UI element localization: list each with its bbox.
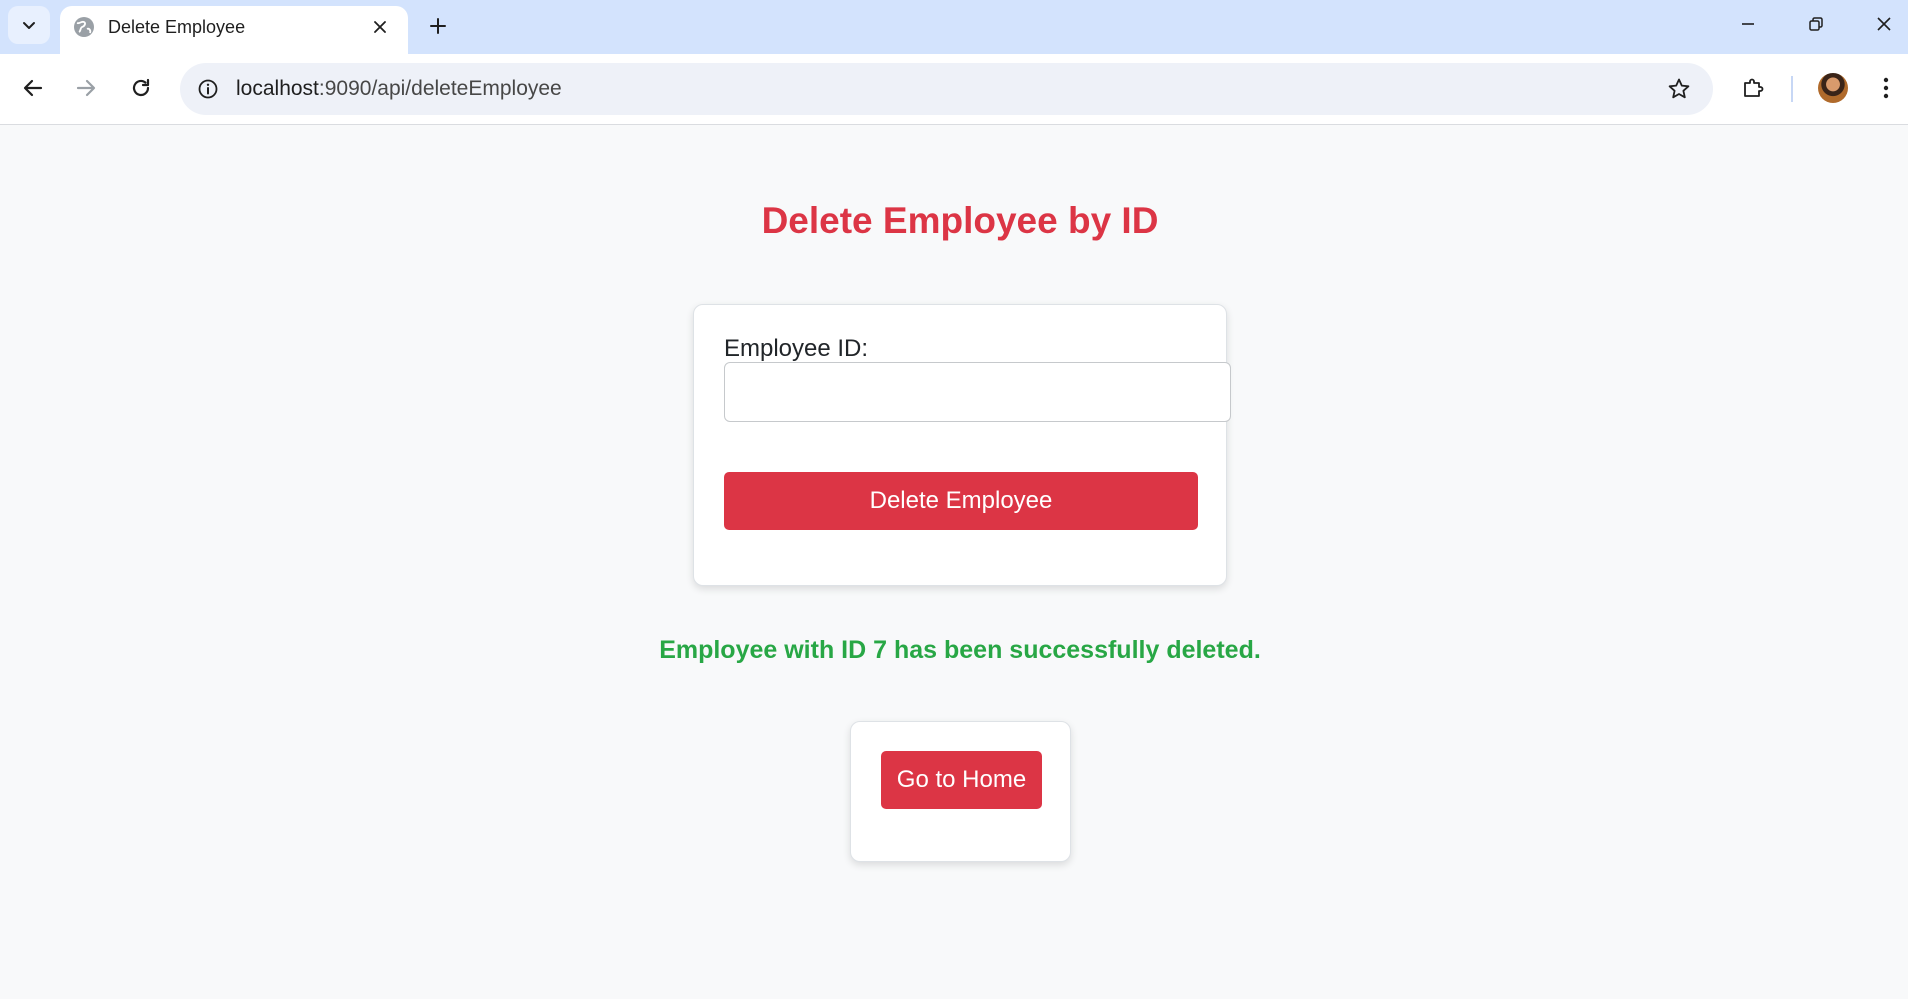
url-path: :9090/api/deleteEmployee [318,77,562,100]
browser-tab-active[interactable]: Delete Employee [60,6,408,54]
minimize-icon [1742,23,1754,25]
back-button[interactable] [15,70,51,106]
address-bar[interactable]: localhost:9090/api/deleteEmployee [180,63,1713,115]
close-window-button[interactable] [1851,0,1908,48]
tab-title: Delete Employee [108,17,246,37]
tab-strip: Delete Employee [0,0,1908,54]
go-to-home-button[interactable]: Go to Home [881,751,1042,809]
close-icon [374,21,386,33]
home-card: Go to Home [850,721,1071,862]
forward-button[interactable] [68,70,104,106]
delete-employee-button[interactable]: Delete Employee [724,472,1198,530]
delete-form-card: Employee ID: Delete Employee [693,304,1231,586]
employee-id-input[interactable] [724,362,1231,422]
kebab-menu-icon [1883,77,1889,99]
bookmark-button[interactable] [1665,75,1693,103]
success-message: Employee with ID 7 has been successfully… [659,636,1261,664]
browser-menu-button[interactable] [1868,70,1904,106]
page-content: Delete Employee by ID Employee ID: Delet… [0,125,1908,999]
info-icon [198,79,218,99]
browser-toolbar: localhost:9090/api/deleteEmployee [0,54,1908,125]
site-info-button[interactable] [192,73,224,105]
reload-button[interactable] [123,70,159,106]
chevron-down-icon [23,22,35,29]
tab-search-button[interactable] [8,6,50,44]
profile-avatar[interactable] [1818,73,1848,103]
minimize-button[interactable] [1715,0,1781,48]
globe-icon [74,17,94,37]
employee-id-label: Employee ID: [724,335,869,362]
tab-close-button[interactable] [368,15,392,39]
extensions-button[interactable] [1735,70,1771,106]
url-host: localhost [236,77,319,100]
page-title: Delete Employee by ID [761,200,1159,241]
reload-icon [132,78,150,97]
back-arrow-icon [23,79,43,97]
restore-button[interactable] [1783,0,1849,48]
plus-icon [430,18,446,34]
puzzle-icon [1744,78,1764,97]
new-tab-button[interactable] [424,12,452,40]
star-icon [1668,78,1690,99]
close-icon [1877,17,1891,31]
forward-arrow-icon [76,79,96,97]
url-text[interactable]: localhost:9090/api/deleteEmployee [236,63,562,115]
restore-icon [1809,17,1823,31]
toolbar-divider [1791,76,1793,102]
